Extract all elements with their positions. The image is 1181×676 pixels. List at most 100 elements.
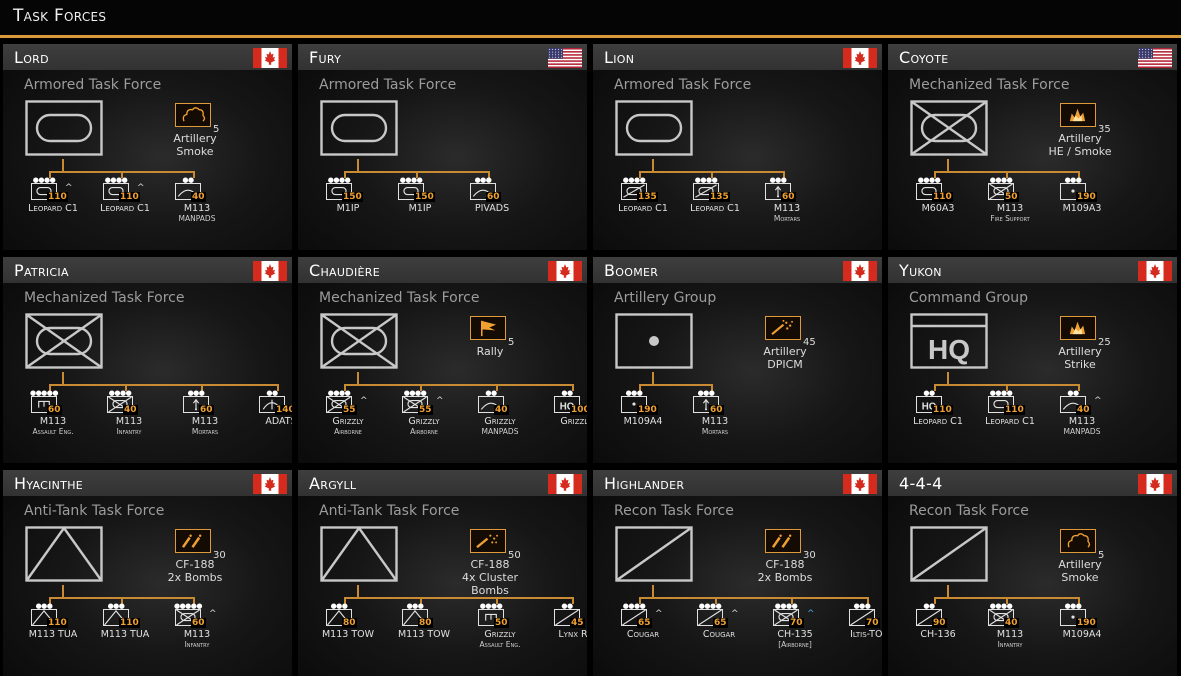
tree-connector (344, 597, 574, 599)
unit-name: Grizzly (560, 416, 587, 427)
support-ability[interactable]: 5 Artillery Smoke (161, 103, 261, 173)
unit-card[interactable]: ●●●● 150 M1IP (316, 177, 380, 237)
unit-card[interactable]: ●●● 80 M113 TOW (392, 603, 456, 663)
unit-card[interactable]: ●●●● 110 ^ Leopard C1 (21, 177, 85, 237)
task-force-card[interactable]: Patricia Mechanized Task Force ●●●●● 60 M113… (3, 257, 292, 463)
unit-card[interactable]: ●●●● 65 ^ Cougar (687, 603, 751, 663)
unit-card[interactable]: ●●●● 65 ^ Cougar (611, 603, 675, 663)
unit-card[interactable]: ●●●● 55 ^ Grizzly Airborne (316, 390, 380, 450)
unit-subtitle: Infantry (116, 427, 142, 436)
support-ability[interactable]: 50 CF-188 4x Cluster Bombs (456, 529, 556, 599)
card-header: Patricia (3, 257, 292, 283)
unit-name: Grizzly (408, 416, 440, 427)
unit-name: M113 (115, 416, 143, 427)
unit-card[interactable]: ●●● 60 M113 Mortars (683, 390, 747, 450)
unit-cost: 50 (494, 618, 509, 628)
unit-cost: 45 (570, 618, 585, 628)
unit-card[interactable]: ●● HQ 110 Leopard C1 (906, 390, 970, 450)
unit-card[interactable]: ●●45Lynx RV (544, 603, 587, 663)
unit-card[interactable]: ●●●● 135 Leopard C1 (683, 177, 747, 237)
usa-flag-icon (1138, 48, 1172, 68)
unit-cost: 110 (47, 192, 68, 202)
unit-cost: 100 (570, 405, 587, 415)
unit-card[interactable]: ●●●● 150 M1IP (388, 177, 452, 237)
unit-card[interactable]: ●●●● 55 ^ Grizzly Airborne (392, 390, 456, 450)
unit-card[interactable]: ●●●● 135 Leopard C1 (611, 177, 675, 237)
unit-card[interactable]: ●●●70^Iltis-TOW (839, 603, 882, 663)
tree-connector (62, 159, 64, 171)
unit-name: Cougar (702, 629, 736, 640)
unit-card[interactable]: ●●●● 110 M60A3 (906, 177, 970, 237)
recon-symbol-icon (910, 526, 988, 582)
task-force-name: Lion (604, 48, 635, 67)
unit-card[interactable]: ●●● 190 M109A4 (611, 390, 675, 450)
unit-card[interactable]: ●●●● 110 Leopard C1 (978, 390, 1042, 450)
unit-card[interactable]: ●●●● 40 M113 Infantry (978, 603, 1042, 663)
unit-cost: 135 (637, 192, 658, 202)
task-force-card[interactable]: Argyll Anti-Tank Task Force 50 CF-188 4x Clu… (298, 470, 587, 676)
task-force-card[interactable]: Coyote Mechanized Task Force 35 Artillery HE… (888, 44, 1177, 250)
support-ability[interactable]: 45 Artillery DPICM (751, 316, 851, 386)
tree-connector (49, 384, 279, 386)
unit-cost: 60 (191, 618, 206, 628)
unit-card[interactable]: ●●● 60 PIVADS (460, 177, 524, 237)
task-force-card[interactable]: Yukon Command Group HQ 25 Artillery Strike ●● H… (888, 257, 1177, 463)
unit-card[interactable]: ●● 40 ^ M113 MANPADS (1050, 390, 1114, 450)
support-label: CF-188 2x Bombs (167, 558, 223, 584)
task-force-card[interactable]: Lion Armored Task Force ●●●● 135 Leopard C1 ●… (593, 44, 882, 250)
veterancy-chevron-icon: ^ (655, 609, 663, 619)
task-force-card[interactable]: Chaudière Mechanized Task Force 5 Rally ●●●●… (298, 257, 587, 463)
support-ability[interactable]: 5 Rally (456, 316, 556, 386)
task-force-card[interactable]: Fury Armored Task Force ●●●● 150 M1IP ●●●● 150… (298, 44, 587, 250)
task-force-name: Patricia (14, 261, 69, 280)
unit-card[interactable]: ●●●● 110 ^ Leopard C1 (93, 177, 157, 237)
support-ability[interactable]: 5 Artillery Smoke (1046, 529, 1146, 599)
task-force-type: Anti-Tank Task Force (24, 503, 165, 519)
canada-flag-icon (843, 261, 877, 281)
support-ability[interactable]: 25 Artillery Strike (1046, 316, 1146, 386)
unit-name: Leopard C1 (985, 416, 1035, 427)
task-force-type: Armored Task Force (24, 77, 162, 93)
unit-card[interactable]: ●●●●● 60 ^ M113 Infantry (165, 603, 229, 663)
unit-cost: 40 (1004, 618, 1019, 628)
task-force-card[interactable]: Highlander Recon Task Force 30 CF-188 2x Bom… (593, 470, 882, 676)
unit-card[interactable]: ●●● 60 M113 Mortars (173, 390, 237, 450)
bombs-icon (175, 529, 211, 553)
unit-name: M113 TOW (321, 629, 375, 640)
unit-card[interactable]: ●●● 190 M109A3 (1050, 177, 1114, 237)
mech-symbol-icon (910, 100, 988, 156)
unit-card[interactable]: ●●● 110 M113 TUA (21, 603, 85, 663)
unit-card[interactable]: ●●●●● 60 M113 Assault Eng. (21, 390, 85, 450)
unit-card[interactable]: ●● 40 Grizzly MANPADS (468, 390, 532, 450)
task-force-card[interactable]: 4-4-4 Recon Task Force 5 Artillery Smoke ●● 90… (888, 470, 1177, 676)
unit-card[interactable]: ●●●● 50 M113 Fire Support (978, 177, 1042, 237)
support-ability[interactable]: 30 CF-188 2x Bombs (161, 529, 261, 599)
unit-subtitle: Airborne (334, 427, 362, 436)
task-force-card[interactable]: Boomer Artillery Group 45 Artillery DPICM ●●●… (593, 257, 882, 463)
task-force-name: Boomer (604, 261, 659, 280)
unit-cost: 80 (418, 618, 433, 628)
unit-card[interactable]: ●●●● 70 ^ CH-135 [Airborne] (763, 603, 827, 663)
unit-card[interactable]: ●● 90 CH-136 (906, 603, 970, 663)
unit-card[interactable]: ●●● 110 M113 TUA (93, 603, 157, 663)
unit-card[interactable]: ●●●● 40 M113 Infantry (97, 390, 161, 450)
card-header: Fury (298, 44, 587, 70)
unit-card[interactable]: ●●● 60 M113 Mortars (755, 177, 819, 237)
task-force-card[interactable]: Hyacinthe Anti-Tank Task Force 30 CF-188 2x … (3, 470, 292, 676)
unit-name: Leopard C1 (100, 203, 150, 214)
unit-name: M113 (701, 416, 729, 427)
unit-card[interactable]: ●●HQ100Grizzly (544, 390, 587, 450)
unit-card[interactable]: ●●●● 50 Grizzly Assault Eng. (468, 603, 532, 663)
unit-card[interactable]: ●●140ADATS (249, 390, 292, 450)
unit-card[interactable]: ●● 40 M113 MANPADS (165, 177, 229, 237)
unit-subtitle: Infantry (184, 640, 210, 649)
unit-card[interactable]: ●●● 190 M109A4 (1050, 603, 1114, 663)
unit-cost: 65 (637, 618, 652, 628)
task-force-card[interactable]: Lord Armored Task Force 5 Artillery Smoke ●●●… (3, 44, 292, 250)
unit-card[interactable]: ●●● 80 M113 TOW (316, 603, 380, 663)
unit-cost: 60 (709, 405, 724, 415)
arty-symbol-icon (615, 313, 693, 369)
unit-cost: 110 (119, 192, 140, 202)
support-ability[interactable]: 30 CF-188 2x Bombs (751, 529, 851, 599)
support-ability[interactable]: 35 Artillery HE / Smoke (1046, 103, 1146, 173)
